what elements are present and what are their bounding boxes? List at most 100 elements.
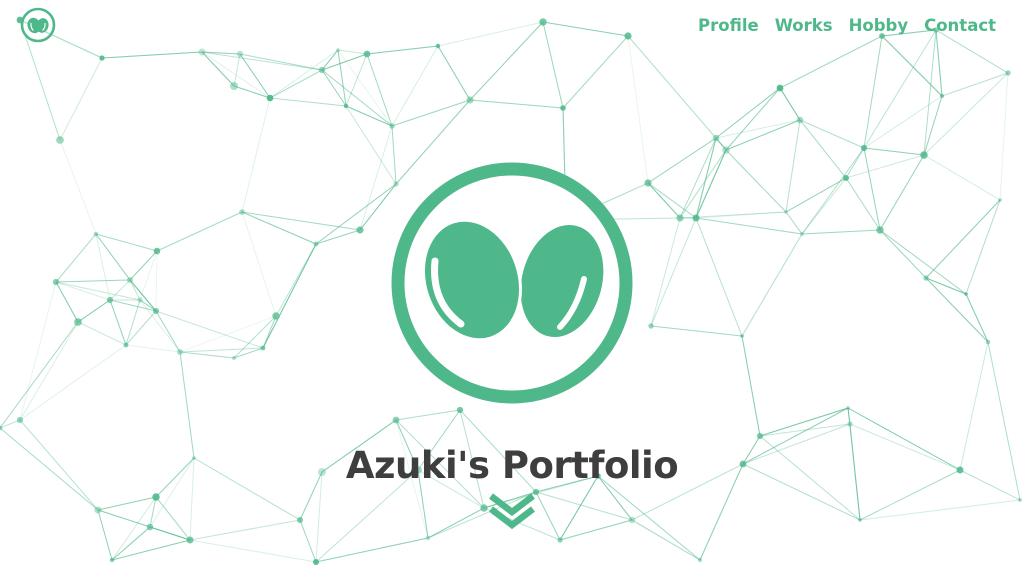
network-node (313, 241, 319, 247)
network-edge (239, 53, 323, 71)
network-edge (241, 211, 317, 245)
network-edge (650, 325, 743, 337)
network-edge (139, 299, 181, 353)
nav-link-hobby[interactable]: Hobby (849, 15, 909, 37)
network-edge (345, 105, 397, 185)
network-edge (97, 509, 113, 561)
network-node (318, 66, 326, 74)
network-edge (101, 51, 203, 59)
network-node (392, 416, 400, 424)
network-edge (233, 315, 277, 359)
network-node (137, 297, 143, 303)
network-edge (562, 35, 629, 109)
network-edge (799, 119, 865, 149)
network-edge (427, 507, 485, 539)
network-node (712, 134, 720, 142)
network-edge (179, 351, 235, 359)
network-node (356, 226, 364, 234)
network-edge (469, 21, 544, 101)
network-node (52, 278, 60, 286)
network-edge (366, 53, 393, 127)
network-node (985, 339, 991, 345)
network-node (676, 214, 684, 222)
nav-link-profile[interactable]: Profile (698, 15, 759, 37)
network-edge (935, 29, 943, 97)
network-edge (315, 229, 361, 245)
network-edge (799, 119, 847, 179)
network-node (740, 334, 744, 338)
network-edge (201, 51, 323, 71)
network-node (860, 144, 868, 152)
network-node (152, 493, 160, 501)
network-node (998, 198, 1002, 202)
network-edge (269, 69, 323, 99)
double-chevron-down-icon[interactable] (486, 490, 538, 530)
network-node (466, 96, 474, 104)
network-edge (535, 491, 633, 521)
network-node (1018, 498, 1022, 502)
page-title: Azuki's Portfolio (345, 443, 679, 487)
network-edge (59, 57, 103, 141)
network-edge (715, 119, 801, 139)
network-node (923, 275, 929, 281)
network-node (539, 18, 547, 26)
azuki-bean-logo-icon[interactable] (20, 7, 56, 43)
network-edge (395, 409, 461, 421)
network-edge (695, 137, 717, 219)
network-node (177, 349, 183, 355)
nav-link-works[interactable]: Works (775, 15, 833, 37)
network-edge (129, 279, 157, 312)
network-edge (359, 125, 393, 231)
network-node (260, 345, 266, 351)
network-edge (925, 277, 967, 295)
network-edge (241, 211, 277, 317)
network-edge (437, 45, 471, 101)
network-node (389, 123, 395, 129)
network-node (153, 308, 159, 314)
network-edge (863, 35, 883, 149)
network-edge (650, 217, 697, 327)
network-edge (725, 87, 781, 151)
network-edge (863, 29, 937, 149)
network-node (94, 506, 102, 514)
network-edge (233, 53, 241, 87)
network-edge (19, 321, 79, 421)
network-edge (965, 293, 989, 343)
network-node (146, 523, 154, 531)
network-edge (647, 182, 697, 219)
network-edge (542, 21, 629, 37)
network-edge (647, 182, 681, 219)
network-node (784, 210, 788, 214)
network-edge (695, 149, 727, 219)
network-edge (715, 87, 781, 139)
network-node (1005, 70, 1011, 76)
network-edge (55, 233, 97, 283)
network-edge (77, 299, 111, 323)
network-node (297, 517, 303, 523)
network-node (456, 406, 464, 414)
network-node (858, 518, 862, 522)
network-node (109, 557, 115, 563)
network-edge (759, 423, 851, 437)
network-edge (179, 347, 264, 353)
network-edge (129, 250, 158, 281)
network-node (123, 342, 129, 348)
network-node (425, 535, 431, 541)
network-edge (941, 72, 1009, 97)
network-edge (299, 519, 317, 563)
network-edge (695, 217, 743, 337)
network-node (799, 231, 805, 237)
network-node (313, 559, 319, 565)
nav-link-contact[interactable]: Contact (924, 15, 996, 37)
network-edge (785, 177, 847, 213)
network-edge (155, 250, 158, 312)
network-node (722, 146, 730, 154)
network-node (692, 214, 700, 222)
network-node (628, 516, 636, 524)
network-edge (535, 491, 561, 541)
network-edge (999, 72, 1009, 201)
network-edge (156, 211, 243, 252)
network-edge (155, 310, 181, 353)
network-edge (679, 149, 727, 219)
network-node (435, 43, 441, 49)
